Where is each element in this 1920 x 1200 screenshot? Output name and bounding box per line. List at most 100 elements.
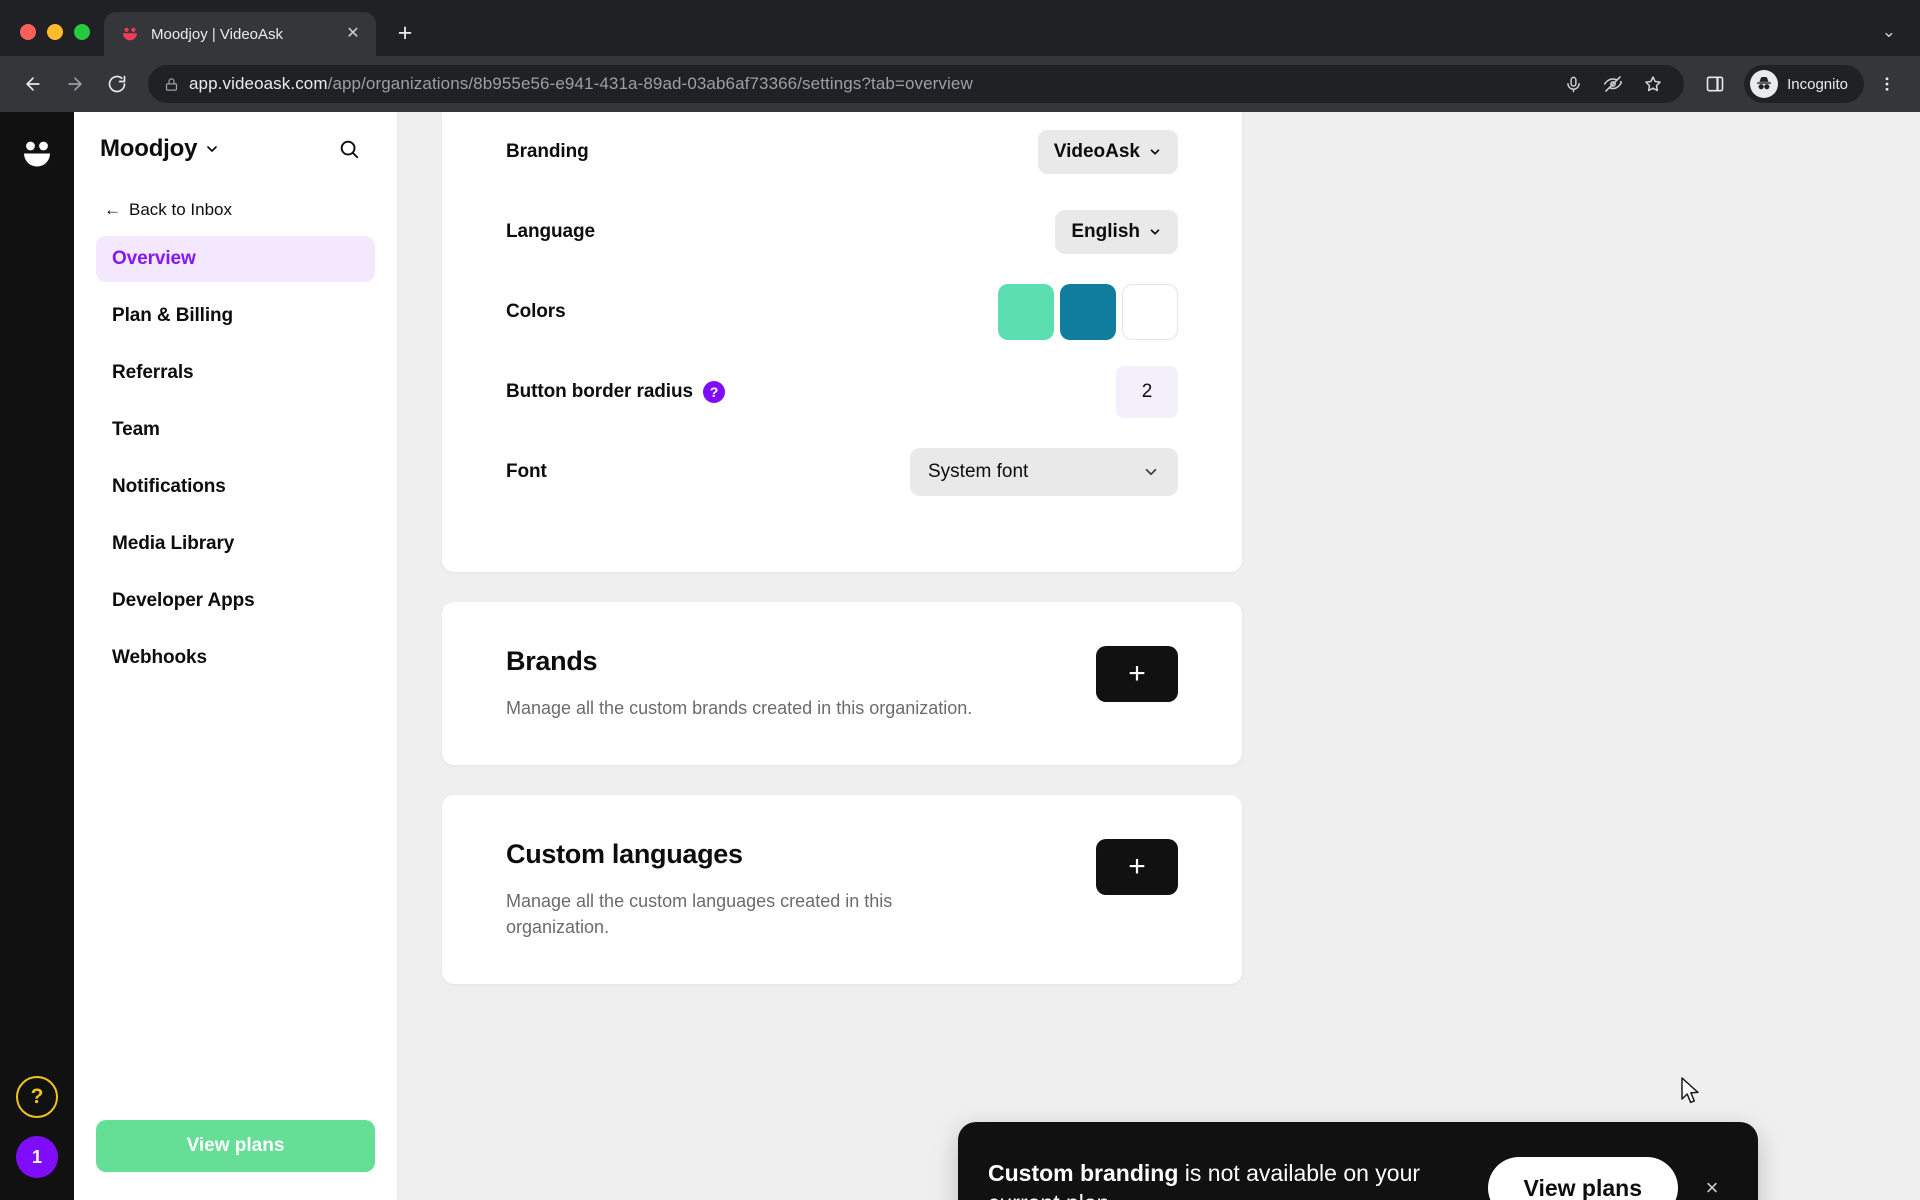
incognito-hat-glasses-icon bbox=[1750, 70, 1779, 98]
close-tab-button[interactable]: ✕ bbox=[342, 23, 364, 45]
language-control: English bbox=[1055, 210, 1178, 254]
sidebar-item-notifications[interactable]: Notifications bbox=[96, 464, 375, 510]
mouse-cursor bbox=[1681, 1077, 1703, 1112]
colors-row: Colors bbox=[506, 272, 1178, 352]
upgrade-toast: Custom branding is not available on your… bbox=[958, 1122, 1758, 1200]
font-label: Font bbox=[506, 461, 547, 482]
videoask-favicon-icon bbox=[120, 24, 140, 44]
browser-tab[interactable]: Moodjoy | VideoAsk ✕ bbox=[104, 12, 376, 56]
maximize-window-button[interactable] bbox=[74, 24, 90, 40]
search-icon[interactable] bbox=[333, 133, 365, 165]
settings-sidebar: Moodjoy ← Back to Inbox Overview Plan & … bbox=[74, 112, 398, 1200]
custom-languages-description: Manage all the custom languages created … bbox=[506, 888, 892, 940]
color-swatch-primary[interactable] bbox=[998, 284, 1054, 340]
tracking-protection-icon[interactable] bbox=[1594, 65, 1632, 103]
branding-value: VideoAsk bbox=[1053, 141, 1140, 162]
color-swatch-secondary[interactable] bbox=[1060, 284, 1116, 340]
organization-name: Moodjoy bbox=[100, 135, 198, 162]
videoask-logo-icon[interactable] bbox=[17, 134, 57, 174]
branding-row: Branding VideoAsk bbox=[506, 112, 1178, 192]
brands-card: Brands Manage all the custom brands crea… bbox=[442, 602, 1242, 766]
color-swatch-background[interactable] bbox=[1122, 284, 1178, 340]
profile-incognito-button[interactable]: Incognito bbox=[1744, 65, 1864, 103]
reload-button[interactable] bbox=[98, 65, 136, 103]
button-border-radius-row: Button border radius ? 2 bbox=[506, 352, 1178, 432]
sidebar-item-label: Overview bbox=[112, 248, 196, 269]
toast-view-plans-button[interactable]: View plans bbox=[1487, 1157, 1678, 1200]
browser-toolbar: app.videoask.com/app/organizations/8b955… bbox=[0, 56, 1920, 112]
sidebar-item-label: Team bbox=[112, 419, 160, 440]
mic-icon[interactable] bbox=[1554, 65, 1592, 103]
tab-search-chevron-icon[interactable]: ⌄ bbox=[1882, 22, 1896, 42]
branding-select[interactable]: VideoAsk bbox=[1037, 130, 1178, 174]
sidebar-item-webhooks[interactable]: Webhooks bbox=[96, 635, 375, 681]
sidebar-item-overview[interactable]: Overview bbox=[96, 236, 375, 282]
add-brand-button[interactable]: + bbox=[1096, 646, 1178, 702]
branding-settings-card: Branding VideoAsk Language English Color… bbox=[442, 112, 1242, 572]
sidebar-item-label: Notifications bbox=[112, 476, 226, 497]
tab-title: Moodjoy | VideoAsk bbox=[151, 25, 284, 43]
sidebar-item-developer-apps[interactable]: Developer Apps bbox=[96, 578, 375, 624]
branding-label: Branding bbox=[506, 141, 589, 162]
sidebar-item-referrals[interactable]: Referrals bbox=[96, 350, 375, 396]
notification-badge[interactable]: 1 bbox=[16, 1136, 58, 1178]
page-viewport: ? 1 Moodjoy ← Back to Inbox Overview Pla… bbox=[0, 112, 1920, 1200]
omnibox-actions bbox=[1554, 65, 1672, 103]
chevron-down-icon bbox=[1148, 225, 1162, 239]
toast-message-strong: Custom branding bbox=[988, 1159, 1179, 1186]
button-border-radius-control: 2 bbox=[1116, 366, 1178, 418]
custom-languages-title: Custom languages bbox=[506, 839, 743, 870]
back-to-inbox-label: Back to Inbox bbox=[129, 200, 233, 219]
sidebar-item-media-library[interactable]: Media Library bbox=[96, 521, 375, 567]
settings-main-content: Branding VideoAsk Language English Color… bbox=[398, 112, 1920, 1200]
lock-icon bbox=[164, 77, 179, 92]
close-window-button[interactable] bbox=[20, 24, 36, 40]
custom-languages-text-group: Custom languages Manage all the custom l… bbox=[506, 839, 892, 940]
help-icon[interactable]: ? bbox=[16, 1076, 58, 1118]
app-icon-rail: ? 1 bbox=[0, 112, 74, 1200]
sidebar-item-label: Webhooks bbox=[112, 647, 207, 668]
brands-title: Brands bbox=[506, 646, 598, 676]
colors-control bbox=[998, 284, 1178, 340]
sidebar-item-team[interactable]: Team bbox=[96, 407, 375, 453]
font-select[interactable]: System font bbox=[910, 448, 1178, 496]
url-path: /app/organizations/8b955e56-e941-431a-89… bbox=[327, 74, 973, 93]
language-select[interactable]: English bbox=[1055, 210, 1178, 254]
window-traffic-lights bbox=[14, 24, 104, 56]
toast-message: Custom branding is not available on your… bbox=[988, 1158, 1428, 1200]
close-icon[interactable]: × bbox=[1692, 1168, 1732, 1200]
chevron-down-icon bbox=[1148, 145, 1162, 159]
bookmark-star-icon[interactable] bbox=[1634, 65, 1672, 103]
font-control: System font bbox=[910, 448, 1178, 496]
address-bar-url: app.videoask.com/app/organizations/8b955… bbox=[189, 74, 973, 94]
back-button[interactable] bbox=[14, 65, 52, 103]
custom-languages-header: Custom languages Manage all the custom l… bbox=[506, 839, 1178, 940]
button-border-radius-input[interactable]: 2 bbox=[1116, 366, 1178, 418]
branding-control: VideoAsk bbox=[1037, 130, 1178, 174]
tab-strip: Moodjoy | VideoAsk ✕ + ⌄ bbox=[0, 0, 1920, 56]
forward-button[interactable] bbox=[56, 65, 94, 103]
font-value: System font bbox=[928, 461, 1029, 482]
sidebar-item-label: Developer Apps bbox=[112, 590, 255, 611]
help-tooltip-icon[interactable]: ? bbox=[702, 381, 725, 403]
back-to-inbox-link[interactable]: ← Back to Inbox bbox=[96, 186, 375, 236]
button-border-radius-label: Button border radius ? bbox=[506, 381, 725, 403]
add-custom-language-button[interactable]: + bbox=[1096, 839, 1178, 896]
organization-switcher[interactable]: Moodjoy bbox=[96, 112, 375, 186]
side-panel-icon[interactable] bbox=[1696, 65, 1734, 103]
chevron-down-icon bbox=[204, 141, 220, 157]
sidebar-item-plan-billing[interactable]: Plan & Billing bbox=[96, 293, 375, 339]
colors-label: Colors bbox=[506, 301, 566, 322]
custom-languages-description-line1: Manage all the custom languages created … bbox=[506, 891, 893, 912]
kebab-menu-icon[interactable] bbox=[1868, 65, 1906, 103]
chevron-down-icon bbox=[1142, 463, 1160, 481]
sidebar-view-plans-button[interactable]: View plans bbox=[96, 1120, 375, 1172]
address-bar[interactable]: app.videoask.com/app/organizations/8b955… bbox=[148, 65, 1685, 103]
custom-languages-card: Custom languages Manage all the custom l… bbox=[442, 795, 1242, 985]
button-border-radius-text: Button border radius bbox=[506, 381, 693, 402]
profile-label: Incognito bbox=[1787, 75, 1848, 93]
new-tab-button[interactable]: + bbox=[388, 16, 422, 50]
language-row: Language English bbox=[506, 192, 1178, 272]
minimize-window-button[interactable] bbox=[47, 24, 63, 40]
